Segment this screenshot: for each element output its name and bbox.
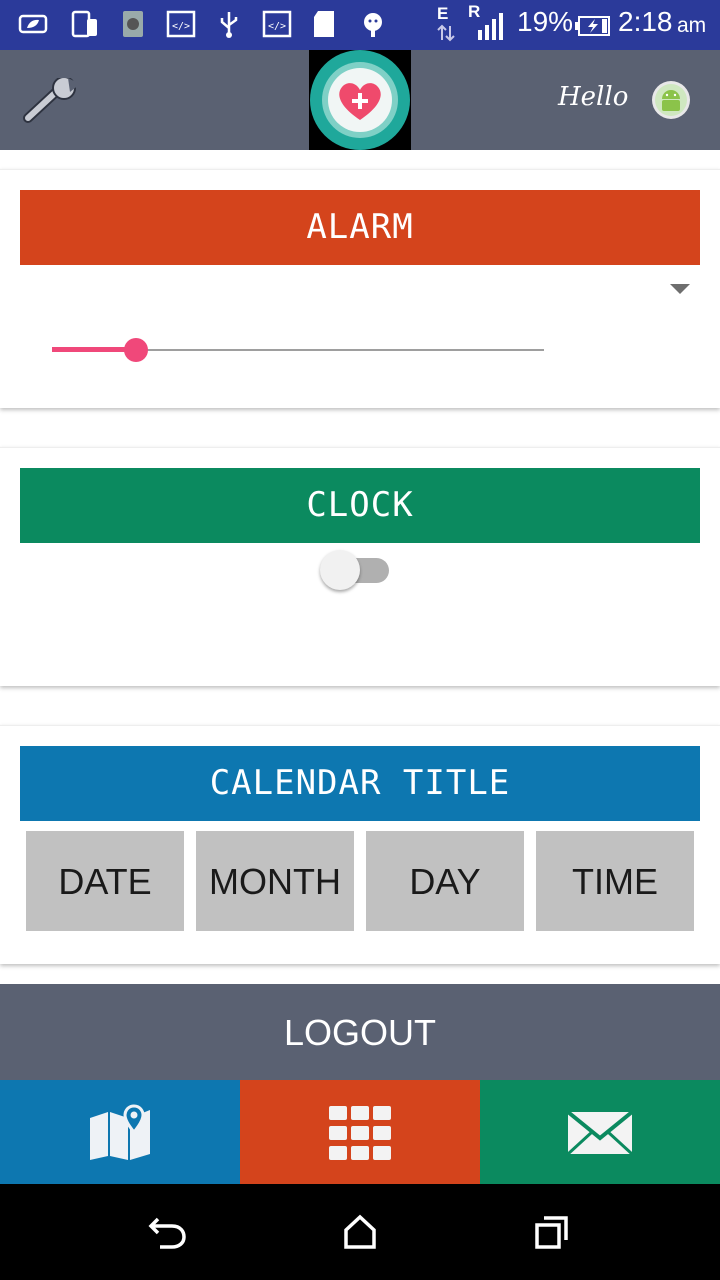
map-icon — [90, 1104, 150, 1160]
greeting-text: Hello — [558, 82, 629, 112]
system-nav-bar — [0, 1184, 720, 1280]
slider-thumb[interactable] — [123, 338, 148, 362]
clock-toggle[interactable] — [320, 550, 390, 592]
code-icon: </> — [262, 10, 292, 38]
calendar-day-cell[interactable]: DAY — [366, 831, 524, 931]
mail-icon — [566, 1110, 634, 1156]
alarm-header: ALARM — [20, 190, 700, 265]
calendar-month-cell[interactable]: MONTH — [196, 831, 354, 931]
code-icon: </> — [166, 10, 196, 38]
clock-time: 2:18 — [618, 6, 673, 37]
android-debug-icon — [364, 13, 382, 37]
devices-icon — [71, 10, 97, 38]
usb-icon — [220, 12, 238, 38]
heart-clock-logo-icon — [310, 50, 410, 150]
sd-card-icon — [314, 11, 334, 37]
root-app-icon — [123, 11, 143, 37]
map-button[interactable] — [0, 1080, 240, 1184]
home-icon[interactable] — [342, 1214, 378, 1250]
back-icon[interactable] — [148, 1215, 188, 1249]
battery-charging-icon — [575, 16, 610, 36]
wrench-icon[interactable] — [22, 78, 82, 124]
alarm-slider[interactable] — [52, 334, 544, 366]
grid-apps-icon — [329, 1106, 391, 1160]
recents-icon[interactable] — [534, 1215, 570, 1249]
status-bar: </> </> E R 19% 2:18 am — [0, 0, 720, 50]
mail-button[interactable] — [480, 1080, 720, 1184]
apps-button[interactable] — [240, 1080, 480, 1184]
data-arrows-icon — [437, 24, 455, 42]
network-type-e: E — [437, 4, 449, 23]
clock-ampm: am — [677, 14, 707, 37]
svg-text:</>: </> — [268, 21, 286, 32]
android-avatar-icon[interactable] — [652, 81, 690, 119]
app-bar: Hello — [0, 50, 720, 150]
calendar-date-cell[interactable]: DATE — [26, 831, 184, 931]
svg-text:</>: </> — [172, 21, 190, 32]
battery-percent: 19% — [517, 6, 574, 37]
dropdown-arrow-icon[interactable] — [668, 282, 692, 296]
calendar-header: CALENDAR TITLE — [20, 746, 700, 821]
calendar-time-cell[interactable]: TIME — [536, 831, 694, 931]
logout-button[interactable]: LOGOUT — [0, 984, 720, 1080]
leaf-notification-icon — [18, 14, 48, 34]
clock-header: CLOCK — [20, 468, 700, 543]
signal-icon — [478, 13, 503, 40]
toggle-thumb — [320, 550, 360, 590]
app-logo — [309, 50, 411, 150]
